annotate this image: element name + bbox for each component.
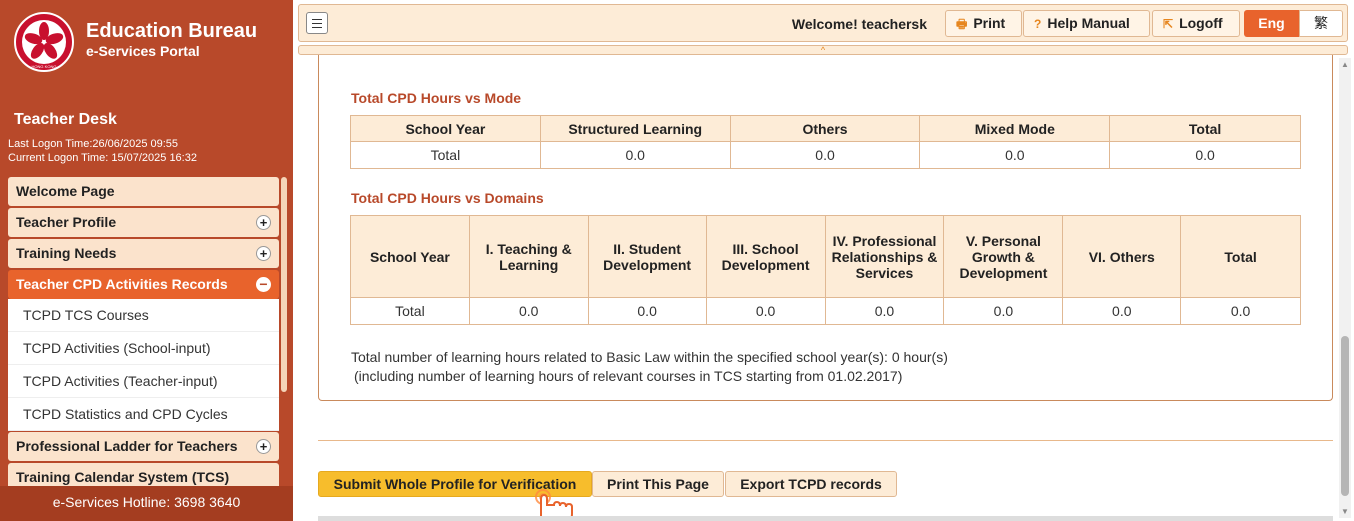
sidebar: HONG KONG Education Bureau e-Services Po…: [0, 0, 293, 521]
basic-law-hours-subnote: (including number of learning hours of r…: [354, 368, 903, 384]
printer-icon: 🖶: [956, 17, 968, 31]
sidebar-item-label: Welcome Page: [16, 183, 115, 199]
question-icon: ?: [1034, 17, 1042, 31]
sidebar-subitem-label: TCPD Activities (Teacher-input): [23, 373, 218, 389]
sidebar-subitem-activities-school[interactable]: TCPD Activities (School-input): [8, 332, 279, 365]
expand-icon[interactable]: +: [256, 215, 271, 230]
mode-table: School Year Structured Learning Others M…: [350, 115, 1301, 169]
table-header: I. Teaching & Learning: [468, 215, 589, 298]
table-header: Total: [1180, 215, 1301, 298]
table-cell: 0.0: [587, 297, 707, 325]
table-row: Total 0.0 0.0 0.0 0.0: [350, 141, 1301, 169]
table-cell: 0.0: [1062, 297, 1182, 325]
expand-icon[interactable]: +: [256, 439, 271, 454]
table-cell: Total: [350, 141, 541, 169]
help-manual-button[interactable]: ? Help Manual: [1023, 10, 1150, 37]
table-header: School Year: [350, 115, 541, 142]
scroll-thumb[interactable]: [1341, 336, 1349, 496]
sidebar-menu: Welcome Page Teacher Profile + Training …: [8, 177, 279, 486]
table-cell: 0.0: [729, 141, 921, 169]
mode-table-title: Total CPD Hours vs Mode: [351, 90, 522, 106]
table-cell: 0.0: [539, 141, 731, 169]
sidebar-item-training-calendar[interactable]: Training Calendar System (TCS): [8, 463, 279, 486]
table-header: VI. Others: [1062, 215, 1182, 298]
table-header: Mixed Mode: [919, 115, 1111, 142]
menu-toggle-button[interactable]: [306, 12, 328, 34]
logo-area[interactable]: HONG KONG Education Bureau e-Services Po…: [0, 0, 293, 95]
sidebar-item-label: Teacher CPD Activities Records: [16, 276, 228, 292]
table-header: III. School Development: [705, 215, 826, 298]
portal-subtitle: e-Services Portal: [86, 43, 200, 59]
top-bar: Welcome! teachersk 🖶 Print ? Help Manual ⇱…: [298, 4, 1348, 42]
sidebar-item-label: Training Needs: [16, 245, 117, 261]
sidebar-item-professional-ladder[interactable]: Professional Ladder for Teachers +: [8, 432, 279, 461]
sidebar-subitem-label: TCPD Statistics and CPD Cycles: [23, 406, 228, 422]
last-logon-time: Last Logon Time:26/06/2025 09:55: [8, 138, 179, 150]
collapse-icon[interactable]: −: [256, 277, 271, 292]
table-header: School Year: [350, 215, 470, 298]
table-row: Total 0.0 0.0 0.0 0.0 0.0 0.0 0.0: [350, 297, 1301, 325]
exit-icon: ⇱: [1163, 17, 1174, 31]
table-cell: 0.0: [824, 297, 945, 325]
sidebar-item-label: Professional Ladder for Teachers: [16, 438, 238, 454]
expand-icon[interactable]: +: [256, 246, 271, 261]
domain-table: School Year I. Teaching & Learning II. S…: [350, 215, 1301, 325]
sidebar-item-training-needs[interactable]: Training Needs +: [8, 239, 279, 268]
help-label: Help Manual: [1047, 15, 1130, 31]
sidebar-item-welcome-page[interactable]: Welcome Page: [8, 177, 279, 206]
sidebar-subitem-label: TCPD Activities (School-input): [23, 340, 211, 356]
print-button[interactable]: 🖶 Print: [945, 10, 1022, 37]
domain-table-title: Total CPD Hours vs Domains: [351, 190, 544, 206]
lang-eng-button[interactable]: Eng: [1244, 10, 1299, 37]
portal-title: Education Bureau: [86, 20, 258, 42]
export-records-button[interactable]: Export TCPD records: [725, 471, 897, 497]
svg-text:HONG KONG: HONG KONG: [32, 64, 57, 69]
table-cell: 0.0: [919, 141, 1111, 169]
sidebar-subitem-statistics[interactable]: TCPD Statistics and CPD Cycles: [8, 398, 279, 431]
sidebar-subitem-label: TCPD TCS Courses: [23, 307, 149, 323]
print-label: Print: [973, 15, 1006, 31]
bottom-edge: [318, 516, 1333, 521]
desk-title: Teacher Desk: [14, 111, 117, 128]
table-header: V. Personal Growth & Development: [943, 215, 1064, 298]
table-cell: 0.0: [705, 297, 826, 325]
sidebar-item-teacher-profile[interactable]: Teacher Profile +: [8, 208, 279, 237]
table-header: II. Student Development: [587, 215, 707, 298]
collapse-header-bar[interactable]: ^: [298, 45, 1348, 55]
logoff-label: Logoff: [1179, 15, 1223, 31]
logoff-button[interactable]: ⇱ Logoff: [1152, 10, 1240, 37]
table-header: Others: [729, 115, 921, 142]
print-page-button[interactable]: Print This Page: [592, 471, 724, 497]
sidebar-subitem-activities-teacher[interactable]: TCPD Activities (Teacher-input): [8, 365, 279, 398]
sidebar-item-label: Training Calendar System (TCS): [16, 469, 230, 485]
sidebar-subitem-tcs-courses[interactable]: TCPD TCS Courses: [8, 299, 279, 332]
table-header: Total: [1109, 115, 1301, 142]
table-header: IV. Professional Relationships & Service…: [824, 215, 945, 298]
divider: [318, 440, 1333, 441]
table-cell: Total: [350, 297, 470, 325]
table-cell: 0.0: [468, 297, 589, 325]
basic-law-hours-note: Total number of learning hours related t…: [351, 349, 948, 365]
table-header: Structured Learning: [539, 115, 731, 142]
scroll-up-icon[interactable]: ▲: [1341, 60, 1349, 69]
main-scrollbar[interactable]: ▲ ▼: [1339, 58, 1351, 518]
hksar-emblem-icon: HONG KONG: [14, 12, 74, 72]
current-logon-time: Current Logon Time: 15/07/2025 16:32: [8, 152, 197, 164]
table-cell: 0.0: [943, 297, 1064, 325]
table-cell: 0.0: [1180, 297, 1301, 325]
scroll-down-icon[interactable]: ▼: [1341, 507, 1349, 516]
sidebar-scrollbar[interactable]: [281, 177, 287, 392]
sidebar-item-teacher-cpd-records[interactable]: Teacher CPD Activities Records −: [8, 270, 279, 299]
sidebar-item-label: Teacher Profile: [16, 214, 117, 230]
hotline: e-Services Hotline: 3698 3640: [0, 486, 293, 521]
chevron-up-icon: ^: [820, 45, 826, 55]
welcome-text: Welcome! teachersk: [791, 16, 927, 32]
lang-zh-button[interactable]: 繁: [1299, 10, 1343, 37]
table-cell: 0.0: [1109, 141, 1301, 169]
